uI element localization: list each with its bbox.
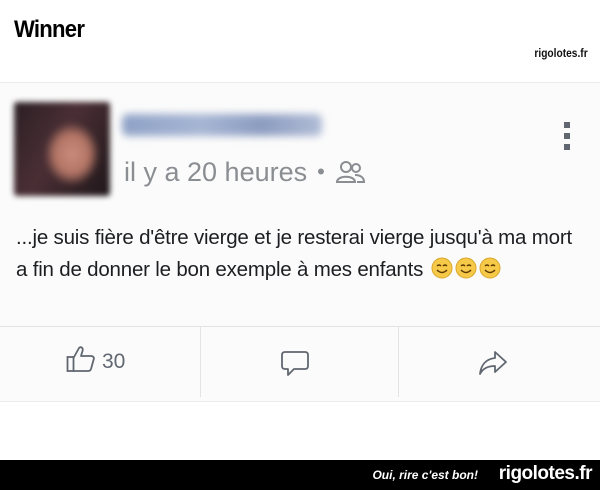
footer-brand-logo: rigolotes.fr	[498, 463, 593, 484]
post-text: ...je suis fière d'être vierge et je res…	[16, 222, 586, 289]
post-meta: il y a 20 heures •	[124, 154, 365, 190]
post-actions-bar: 30	[0, 326, 600, 397]
smiling-emoji-icon	[479, 257, 501, 289]
like-button[interactable]: 30	[66, 345, 125, 379]
smiling-emoji-icon	[431, 257, 453, 289]
avatar[interactable]	[14, 102, 110, 196]
post-timestamp[interactable]: il y a 20 heures	[124, 157, 307, 188]
action-divider	[200, 327, 201, 397]
smiling-emoji-icon	[455, 257, 477, 289]
emoji-group	[429, 257, 501, 281]
action-divider	[398, 327, 399, 397]
like-count: 30	[102, 350, 126, 373]
comment-icon[interactable]	[280, 348, 310, 383]
share-icon[interactable]	[478, 349, 508, 382]
page-title: Winner	[14, 16, 85, 43]
footer-slogan: Oui, rire c'est bon!	[372, 468, 478, 482]
thumbs-up-icon	[66, 345, 96, 379]
more-vertical-icon[interactable]	[562, 122, 572, 157]
footer-bar: Oui, rire c'est bon! rigolotes.fr	[0, 460, 600, 490]
friends-icon	[335, 159, 365, 185]
meta-separator: •	[317, 159, 325, 184]
author-name-blurred[interactable]	[122, 114, 322, 136]
brand-watermark: rigolotes.fr	[534, 46, 588, 60]
